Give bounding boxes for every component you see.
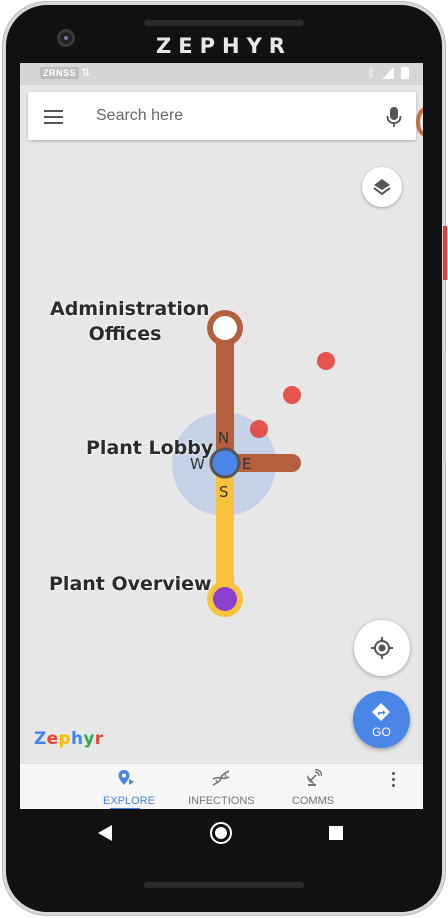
bottom-speaker [144,882,304,888]
more-options-icon[interactable] [388,772,398,792]
directions-icon [372,703,390,721]
volume-button [443,350,446,460]
plant-lobby-marker[interactable] [209,447,241,479]
device-brand: ZEPHYR [156,34,292,58]
back-icon[interactable] [98,825,112,841]
go-label: GO [372,725,391,739]
compass-south: S [219,483,229,501]
system-navigation-bar [20,809,423,856]
plant-overview-label[interactable]: Plant Overview [49,572,212,597]
dna-icon [212,770,230,786]
zephyr-logo: Zephyr [34,729,103,749]
logo-letter: r [94,729,104,749]
logo-letter: h [70,729,84,749]
recent-apps-icon[interactable] [329,826,343,840]
tab-explore[interactable]: EXPLORE [103,769,155,807]
crosshair-icon [371,637,393,659]
search-bar [28,92,416,140]
my-location-button[interactable] [354,620,410,676]
plant-overview-marker[interactable] [207,581,243,617]
compass-north: N [218,429,230,447]
admin-offices-label[interactable]: Administration Offices [50,297,210,347]
infection-point[interactable] [283,386,301,404]
tab-comms[interactable]: COMMS [291,768,335,807]
home-icon[interactable] [210,822,232,844]
screen: ZRNSS ⇅ ᛒ N W E S Administration Offices… [20,63,423,856]
menu-icon[interactable] [44,110,63,124]
microphone-icon[interactable] [386,106,402,128]
admin-offices-label-line: Offices [88,323,162,345]
plant-lobby-label[interactable]: Plant Lobby [86,436,213,461]
power-button [443,226,447,280]
layers-icon [373,179,391,196]
compass-east: E [242,455,252,473]
satellite-dish-icon [307,768,323,786]
admin-offices-label-line: Administration [50,298,210,320]
tab-explore-label: EXPLORE [103,795,155,807]
tab-infections[interactable]: INFECTIONS [188,769,255,807]
infection-point[interactable] [250,420,268,438]
map-pin-icon [118,770,134,785]
tab-infections-label: INFECTIONS [188,795,255,807]
tab-comms-label: COMMS [291,795,335,807]
infection-point[interactable] [317,352,335,370]
logo-letter: Z [34,729,47,749]
earpiece-speaker [144,20,304,26]
logo-letter: y [83,729,95,749]
go-button[interactable]: GO [353,691,410,748]
search-input[interactable] [96,92,366,140]
logo-letter: p [58,729,71,749]
bottom-navigation: EXPLORE INFECTIONS COMMS [20,763,423,809]
layers-button[interactable] [362,167,402,207]
admin-offices-marker[interactable] [207,310,243,346]
logo-letter: e [46,729,59,749]
